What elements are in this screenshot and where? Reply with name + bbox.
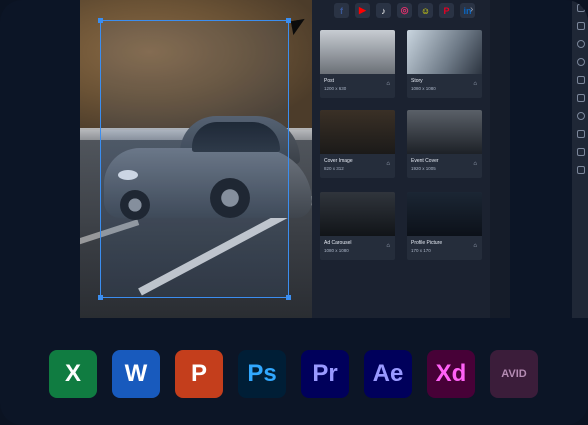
download-icon[interactable]: ⌂	[473, 243, 477, 249]
format-card[interactable]: Event Cover 1920 x 1005 ⌂	[407, 110, 482, 178]
tool-icon[interactable]	[577, 112, 585, 120]
avid-icon[interactable]: AVID	[490, 350, 538, 398]
format-title: Story	[411, 78, 423, 84]
premiere-icon[interactable]: Pr	[301, 350, 349, 398]
format-thumbnail	[320, 192, 395, 236]
youtube-icon[interactable]: ▶	[355, 3, 370, 18]
format-thumbnail	[407, 192, 482, 236]
instagram-icon[interactable]: ◎	[397, 3, 412, 18]
editor-window: f ▶ ♪ ◎ ☺ Pin › Post 1200 x 630 ⌂ Story 1080 x 10…	[80, 0, 588, 318]
powerpoint-icon[interactable]: P	[175, 350, 223, 398]
format-size: 1080 x 1080	[324, 248, 349, 253]
social-platform-tabs: f ▶ ♪ ◎ ☺ Pin	[334, 3, 475, 18]
tool-icon[interactable]	[577, 4, 585, 12]
format-title: Profile Picture	[411, 240, 443, 246]
tool-icon[interactable]	[577, 40, 585, 48]
format-card[interactable]: Profile Picture 170 x 170 ⌂	[407, 192, 482, 260]
format-size: 1920 x 1005	[411, 166, 436, 171]
word-icon[interactable]: W	[112, 350, 160, 398]
more-platforms-button[interactable]: ›	[470, 4, 473, 15]
format-title: Post	[324, 78, 335, 84]
photo-canvas[interactable]	[80, 0, 312, 318]
format-size: 1080 x 1080	[411, 86, 436, 91]
excel-icon[interactable]: X	[49, 350, 97, 398]
format-title: Ad Carousel	[324, 240, 352, 246]
format-card[interactable]: Cover Image 820 x 312 ⌂	[320, 110, 395, 178]
tool-sidebar	[572, 0, 588, 318]
resize-handle-bl[interactable]	[98, 295, 103, 300]
after-effects-icon[interactable]: Ae	[364, 350, 412, 398]
pointer-cursor-icon	[290, 18, 308, 36]
format-size: 1200 x 630	[324, 86, 347, 91]
selection-box[interactable]	[98, 18, 291, 300]
tool-icon[interactable]	[577, 76, 585, 84]
format-thumbnail	[407, 110, 482, 154]
download-icon[interactable]: ⌂	[473, 81, 477, 87]
download-icon[interactable]: ⌂	[386, 161, 390, 167]
format-thumbnail	[320, 110, 395, 154]
format-title: Cover Image	[324, 158, 353, 164]
format-thumbnail	[320, 30, 395, 74]
tiktok-icon[interactable]: ♪	[376, 3, 391, 18]
tool-icon[interactable]	[577, 130, 585, 138]
facebook-icon[interactable]: f	[334, 3, 349, 18]
format-size: 170 x 170	[411, 248, 431, 253]
resize-handle-tl[interactable]	[98, 18, 103, 23]
xd-icon[interactable]: Xd	[427, 350, 475, 398]
format-title: Event Cover	[411, 158, 439, 164]
tool-icon[interactable]	[577, 94, 585, 102]
snapchat-icon[interactable]: ☺	[418, 3, 433, 18]
photoshop-icon[interactable]: Ps	[238, 350, 286, 398]
tool-icon[interactable]	[577, 22, 585, 30]
download-icon[interactable]: ⌂	[386, 243, 390, 249]
tool-icon[interactable]	[577, 58, 585, 66]
download-icon[interactable]: ⌂	[386, 81, 390, 87]
format-size: 820 x 312	[324, 166, 344, 171]
tool-icon[interactable]	[577, 148, 585, 156]
app-integrations-dock: X W P Ps Pr Ae Xd AVID	[49, 350, 538, 398]
format-panel: f ▶ ♪ ◎ ☺ Pin › Post 1200 x 630 ⌂ Story 1080 x 10…	[312, 0, 490, 318]
tool-icon[interactable]	[577, 166, 585, 174]
resize-handle-br[interactable]	[286, 295, 291, 300]
pinterest-icon[interactable]: P	[439, 3, 454, 18]
app-frame: f ▶ ♪ ◎ ☺ Pin › Post 1200 x 630 ⌂ Story 1080 x 10…	[0, 0, 588, 425]
format-thumbnail	[407, 30, 482, 74]
format-card[interactable]: Ad Carousel 1080 x 1080 ⌂	[320, 192, 395, 260]
format-card[interactable]: Story 1080 x 1080 ⌂	[407, 30, 482, 98]
format-card[interactable]: Post 1200 x 630 ⌂	[320, 30, 395, 98]
download-icon[interactable]: ⌂	[473, 161, 477, 167]
